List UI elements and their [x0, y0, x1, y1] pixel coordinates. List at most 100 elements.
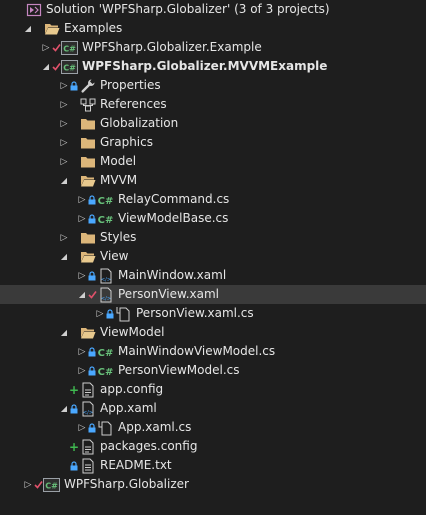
no-expander [5, 0, 15, 19]
file-mainwindow-xaml[interactable]: ▷ </> MainWindow.xaml [0, 266, 426, 285]
folder-examples[interactable]: ◢ Examples [0, 19, 426, 38]
file-personview-xaml[interactable]: ◢ </> PersonView.xaml [0, 285, 426, 304]
expand-arrow-icon[interactable]: ▷ [41, 38, 51, 57]
svg-text:C#: C# [45, 481, 58, 490]
config-icon [79, 437, 96, 456]
file-app-xaml-cs[interactable]: ▷ App.xaml.cs [0, 418, 426, 437]
collapse-arrow-icon[interactable]: ◢ [41, 57, 51, 76]
folder-open-icon [79, 171, 96, 190]
collapse-arrow-icon[interactable]: ◢ [59, 171, 69, 190]
plus-badge-icon: + [68, 382, 80, 397]
folder-globalization[interactable]: ▷ Globalization [0, 114, 426, 133]
folder-open-icon [79, 247, 96, 266]
expand-arrow-icon[interactable]: ▷ [77, 209, 87, 228]
folder-open-icon [43, 19, 60, 38]
collapse-arrow-icon[interactable]: ◢ [59, 399, 69, 418]
svg-text:C#: C# [98, 196, 114, 207]
expand-arrow-icon[interactable]: ▷ [59, 114, 69, 133]
project-globalizer[interactable]: ▷ C# WPFSharp.Globalizer [0, 475, 426, 494]
csproj-icon: C# [61, 38, 78, 57]
node-label: WPFSharp.Globalizer [64, 477, 189, 491]
folder-styles[interactable]: ▷ Styles [0, 228, 426, 247]
text-file-icon [79, 456, 96, 475]
project-mvvm-example[interactable]: ◢ C# WPFSharp.Globalizer.MVVMExample [0, 57, 426, 76]
expand-arrow-icon[interactable]: ▷ [77, 190, 87, 209]
node-properties[interactable]: ▷ Properties [0, 76, 426, 95]
expand-arrow-icon[interactable]: ▷ [59, 228, 69, 247]
node-label: App.xaml [100, 401, 157, 415]
file-mainwindowviewmodel[interactable]: ▷ C# MainWindowViewModel.cs [0, 342, 426, 361]
file-personviewmodel[interactable]: ▷ C# PersonViewModel.cs [0, 361, 426, 380]
empty-badge [69, 171, 79, 190]
project-globalizer-example[interactable]: ▷ C# WPFSharp.Globalizer.Example [0, 38, 426, 57]
empty-badge [15, 0, 25, 19]
node-label: MVVM [100, 173, 138, 187]
file-app-config[interactable]: + app.config [0, 380, 426, 399]
folder-view[interactable]: ◢ View [0, 247, 426, 266]
collapse-arrow-icon[interactable]: ◢ [59, 247, 69, 266]
expand-arrow-icon[interactable]: ▷ [77, 418, 87, 437]
file-app-xaml[interactable]: ◢ </> App.xaml [0, 399, 426, 418]
folder-mvvm[interactable]: ◢ MVVM [0, 171, 426, 190]
folder-viewmodel[interactable]: ◢ ViewModel [0, 323, 426, 342]
folder-icon [79, 152, 96, 171]
file-personview-xaml-cs[interactable]: ▷ PersonView.xaml.cs [0, 304, 426, 323]
node-references[interactable]: ▷ References [0, 95, 426, 114]
solution-node[interactable]: Solution 'WPFSharp.Globalizer' (3 of 3 p… [0, 0, 426, 19]
references-icon [79, 95, 96, 114]
folder-icon [79, 114, 96, 133]
collapse-arrow-icon[interactable]: ◢ [59, 323, 69, 342]
lock-badge-icon [87, 361, 97, 380]
empty-badge [69, 247, 79, 266]
xaml-icon: </> [97, 285, 114, 304]
node-label: ViewModelBase.cs [118, 211, 229, 225]
expand-arrow-icon[interactable]: ▷ [77, 342, 87, 361]
codebehind-icon [115, 304, 132, 323]
svg-text:C#: C# [63, 63, 76, 72]
lock-badge-icon [105, 304, 115, 323]
empty-badge [69, 323, 79, 342]
empty-badge [69, 114, 79, 133]
lock-badge-icon [87, 190, 97, 209]
xaml-icon: </> [97, 266, 114, 285]
node-label: MainWindowViewModel.cs [118, 344, 276, 358]
file-packages-config[interactable]: + packages.config [0, 437, 426, 456]
expand-arrow-icon[interactable]: ▷ [77, 266, 87, 285]
collapse-arrow-icon[interactable]: ◢ [23, 19, 33, 38]
collapse-arrow-icon[interactable]: ◢ [77, 285, 87, 304]
folder-graphics[interactable]: ▷ Graphics [0, 133, 426, 152]
csharp-icon: C# [97, 342, 114, 361]
node-label: Examples [64, 21, 123, 35]
file-readme[interactable]: README.txt [0, 456, 426, 475]
folder-model[interactable]: ▷ Model [0, 152, 426, 171]
solution-icon [25, 0, 42, 19]
svg-text:C#: C# [98, 367, 114, 378]
expand-arrow-icon[interactable]: ▷ [59, 133, 69, 152]
expand-arrow-icon[interactable]: ▷ [77, 361, 87, 380]
lock-badge-icon [87, 209, 97, 228]
svg-text:C#: C# [98, 215, 114, 226]
check-badge-icon [33, 475, 43, 494]
config-icon [79, 380, 96, 399]
node-label: Graphics [100, 135, 153, 149]
file-relaycommand[interactable]: ▷ C# RelayCommand.cs [0, 190, 426, 209]
node-label: Model [100, 154, 137, 168]
plus-badge-icon: + [68, 439, 80, 454]
empty-badge [69, 95, 79, 114]
file-viewmodelbase[interactable]: ▷ C# ViewModelBase.cs [0, 209, 426, 228]
empty-badge [69, 152, 79, 171]
node-label: Solution 'WPFSharp.Globalizer' (3 of 3 p… [46, 2, 330, 16]
expand-arrow-icon[interactable]: ▷ [59, 95, 69, 114]
expand-arrow-icon[interactable]: ▷ [23, 475, 33, 494]
check-badge-icon [87, 285, 97, 304]
folder-icon [79, 228, 96, 247]
svg-text:</>: </> [100, 296, 110, 302]
wrench-icon [79, 76, 96, 95]
expand-arrow-icon[interactable]: ▷ [59, 152, 69, 171]
expand-arrow-icon[interactable]: ▷ [59, 76, 69, 95]
check-badge-icon [51, 38, 61, 57]
expand-arrow-icon[interactable]: ▷ [95, 304, 105, 323]
svg-text:</>: </> [100, 277, 110, 283]
csproj-icon: C# [61, 57, 78, 76]
node-label: README.txt [100, 458, 172, 472]
